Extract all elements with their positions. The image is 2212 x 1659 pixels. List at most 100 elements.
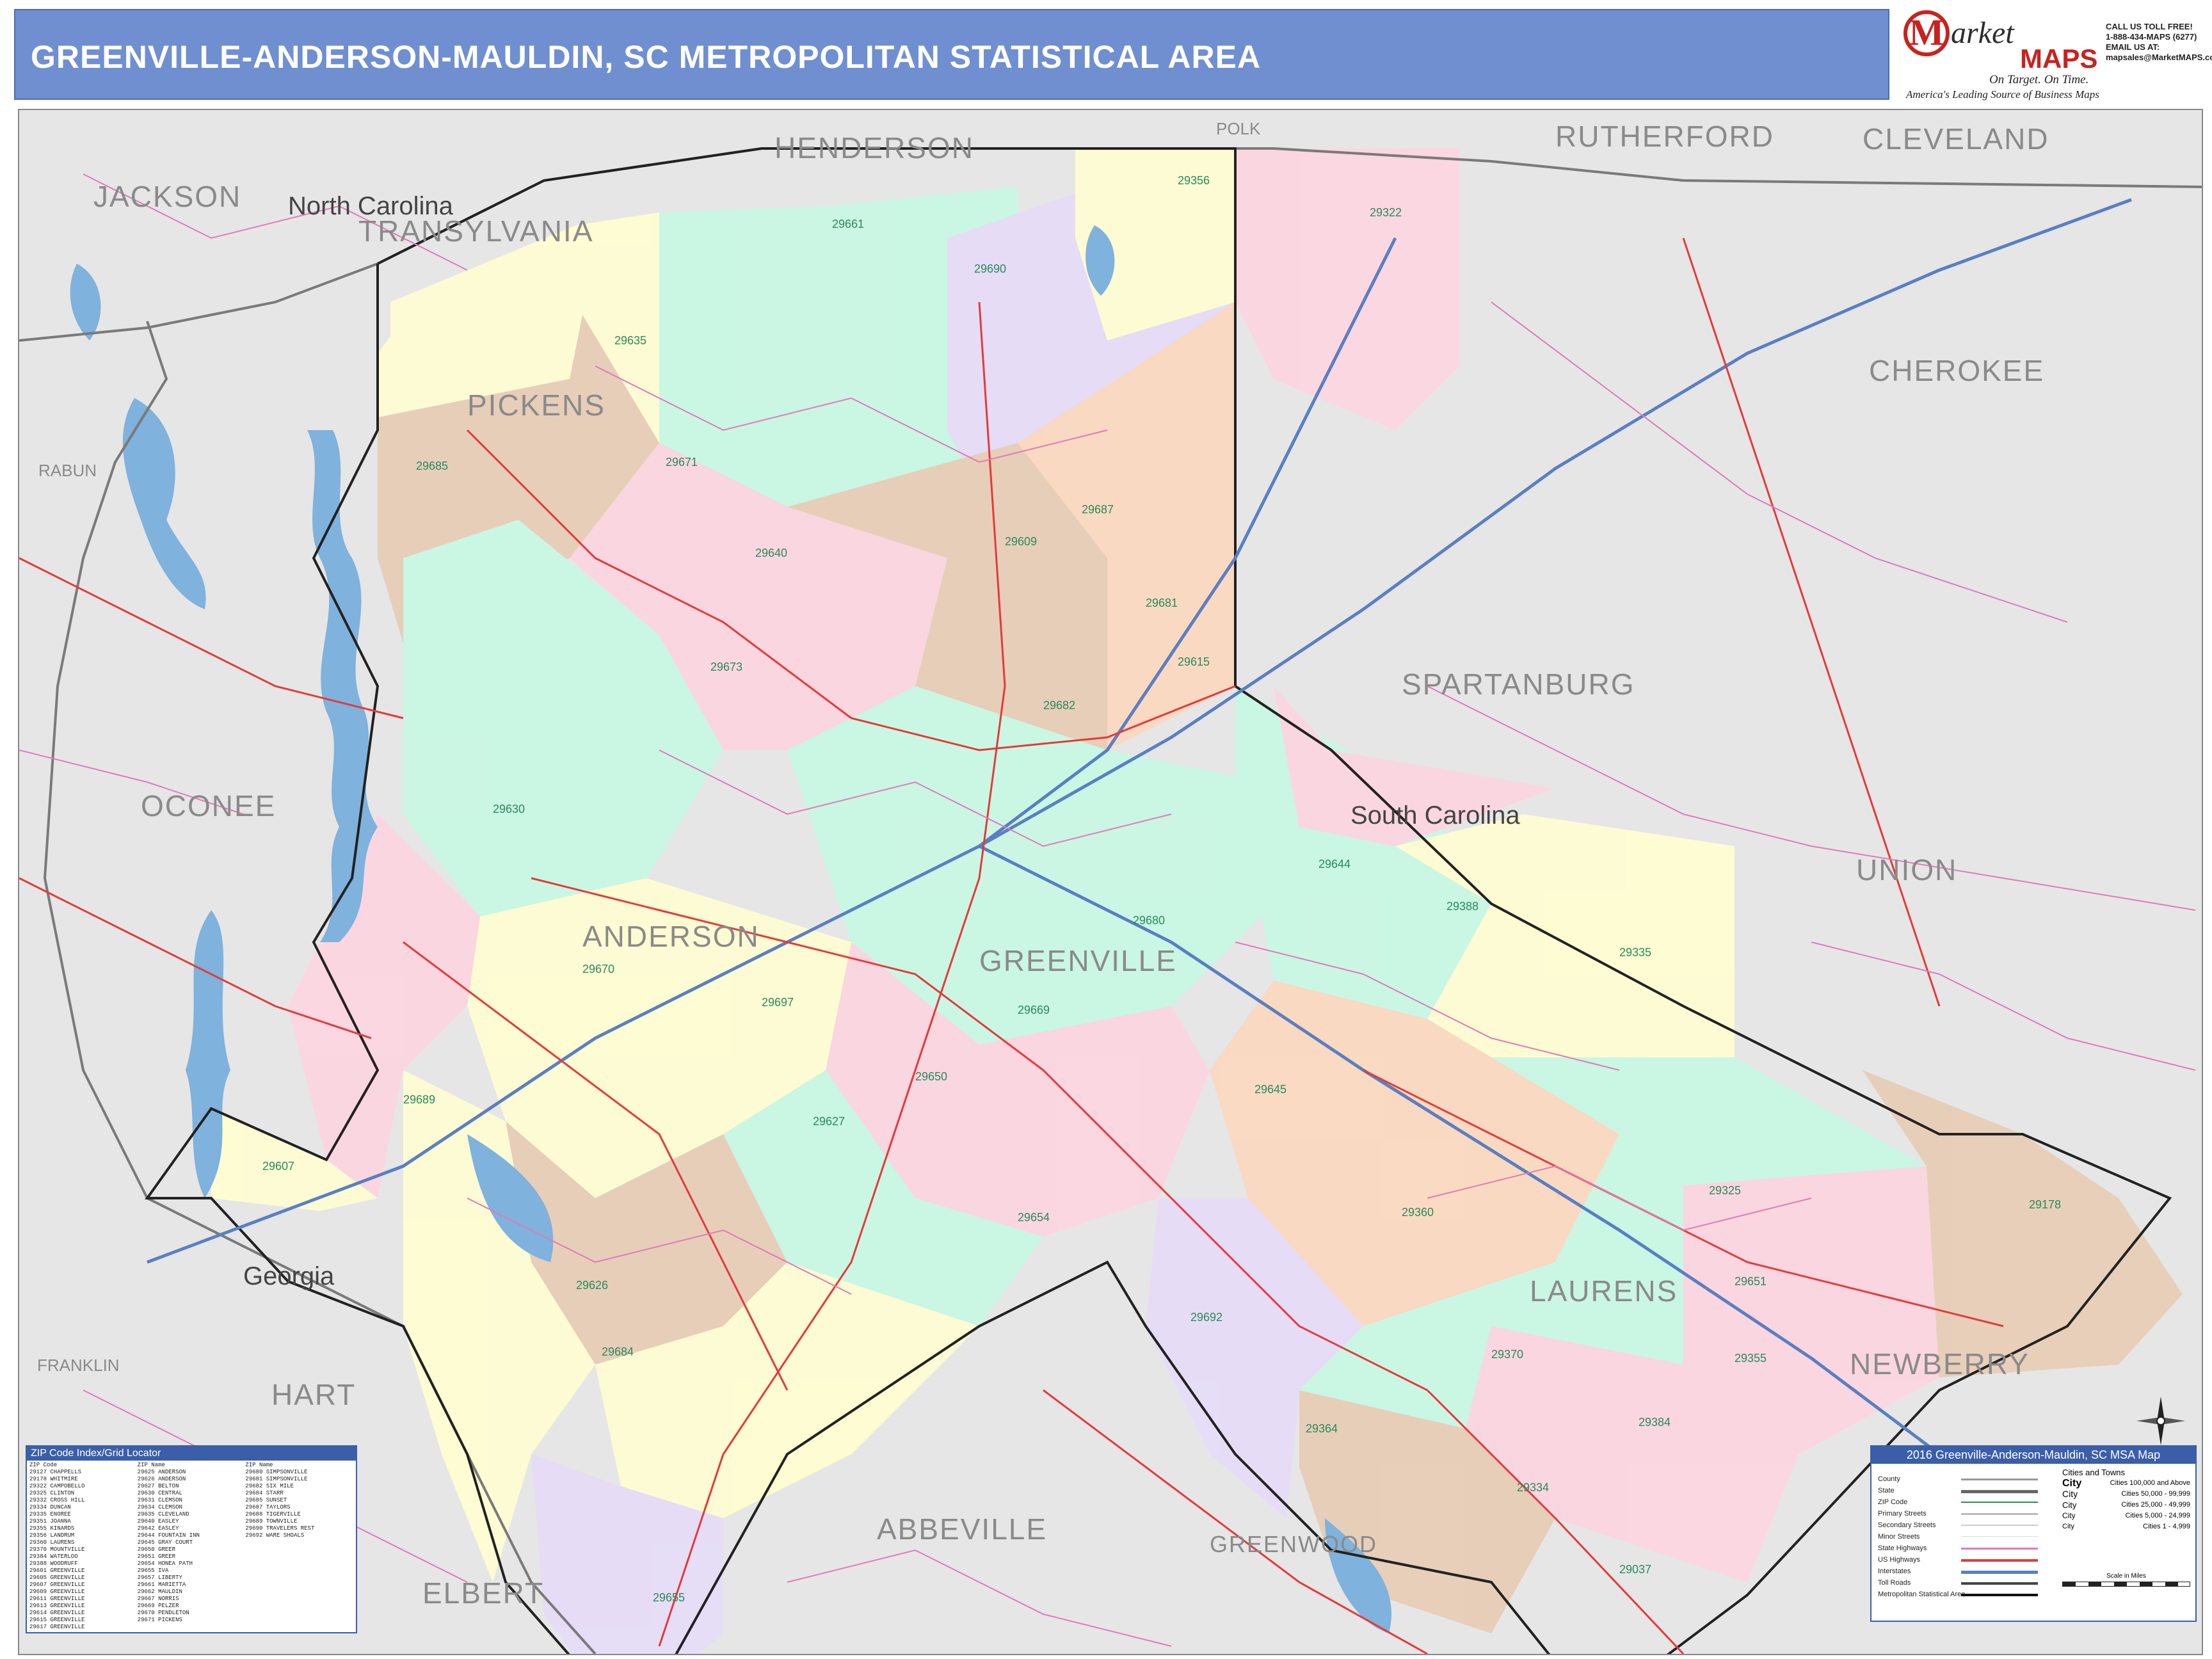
zip-label[interactable]: 29661 <box>832 218 864 231</box>
zip-label[interactable]: 29697 <box>762 996 794 1009</box>
legend-item-interstate: Interstates <box>1878 1567 1911 1575</box>
legend-scale-bar <box>2062 1582 2190 1587</box>
county-label-cleveland: CLEVELAND <box>1863 122 2049 156</box>
brand-slogan: On Target. On Time. <box>1989 73 2089 86</box>
zip-zone[interactable] <box>1235 148 1459 430</box>
zip-label[interactable]: 29335 <box>1619 946 1651 959</box>
legend-swatch-interstate <box>1961 1571 2038 1574</box>
county-label-jackson: JACKSON <box>93 180 242 213</box>
county-label-polk: POLK <box>1216 119 1261 138</box>
zip-label[interactable]: 29690 <box>974 262 1006 276</box>
legend-swatch-msa <box>1961 1594 2038 1596</box>
county-label-oconee: OCONEE <box>141 789 276 822</box>
zip-label[interactable]: 29322 <box>1370 206 1402 220</box>
zip-label[interactable]: 29384 <box>1639 1416 1671 1429</box>
brand-market-text: arket <box>1951 16 2014 50</box>
zip-label[interactable]: 29607 <box>262 1160 294 1173</box>
contact-info: CALL US TOLL FREE! 1-888-434-MAPS (6277)… <box>2106 22 2212 63</box>
county-label-pickens: PICKENS <box>467 389 605 422</box>
title-banner: GREENVILLE-ANDERSON-MAULDIN, SC METROPOL… <box>14 9 1889 100</box>
zip-label[interactable]: 29682 <box>1043 699 1075 712</box>
zip-label[interactable]: 29669 <box>1018 1004 1050 1017</box>
legend-swatch-state-hwy <box>1961 1548 2038 1550</box>
legend-item-state-hwy: State Highways <box>1878 1544 1927 1552</box>
legend-swatch-county <box>1961 1479 2038 1480</box>
zip-label[interactable]: 29635 <box>614 334 646 348</box>
zip-index-column-1: ZIP Code 29127 CHAPPELLS 29178 WHITMIRE 293… <box>29 1462 85 1630</box>
zip-label[interactable]: 29334 <box>1517 1481 1549 1495</box>
zip-label[interactable]: 29178 <box>2029 1198 2061 1212</box>
zip-label[interactable]: 29364 <box>1306 1422 1338 1436</box>
zip-label[interactable]: 29651 <box>1735 1275 1767 1288</box>
zip-label[interactable]: 29650 <box>915 1070 947 1084</box>
county-label-greenwood: GREENWOOD <box>1210 1531 1378 1557</box>
zip-label[interactable]: 29687 <box>1082 503 1114 517</box>
legend-item-state: State <box>1878 1487 1895 1495</box>
contact-line-1: CALL US TOLL FREE! <box>2106 22 2193 31</box>
state-highway <box>1491 301 2068 623</box>
legend-item-secondary: Secondary Streets <box>1878 1521 1936 1529</box>
county-label-cherokee: CHEROKEE <box>1869 354 2045 387</box>
zip-label[interactable]: 29630 <box>493 803 525 816</box>
zip-label[interactable]: 29360 <box>1402 1206 1434 1219</box>
zip-label[interactable]: 29689 <box>403 1093 435 1107</box>
legend-item-county: County <box>1878 1475 1900 1483</box>
legend-item-minor: Minor Streets <box>1878 1533 1920 1541</box>
brand-tagline: America's Leading Source of Business Map… <box>1906 88 2099 100</box>
legend-header: 2016 Greenville-Anderson-Mauldin, SC MSA… <box>1871 1447 2195 1464</box>
zip-label[interactable]: 29615 <box>1178 655 1210 669</box>
zip-label[interactable]: 29680 <box>1133 914 1165 927</box>
zip-label[interactable]: 29609 <box>1005 535 1037 549</box>
zip-label[interactable]: 29654 <box>1018 1211 1050 1224</box>
state-label-sc: South Carolina <box>1350 801 1520 830</box>
zip-label[interactable]: 29670 <box>582 963 614 976</box>
zip-label[interactable]: 29627 <box>813 1115 845 1128</box>
zip-label[interactable]: 29644 <box>1318 858 1350 871</box>
zip-label[interactable]: 29684 <box>602 1345 634 1359</box>
legend-swatch-primary <box>1961 1513 2038 1515</box>
zip-label[interactable]: 29325 <box>1709 1184 1741 1198</box>
logo-mark: M <box>1903 10 1950 56</box>
legend-item-zip: ZIP Code <box>1878 1498 1908 1506</box>
contact-phone[interactable]: 1-888-434-MAPS (6277) <box>2106 32 2202 42</box>
zip-label[interactable]: 29645 <box>1254 1083 1286 1096</box>
state-label-nc: North Carolina <box>288 192 453 220</box>
legend-item-msa: Metropolitan Statistical Area <box>1878 1591 1966 1598</box>
compass-icon <box>2136 1397 2185 1445</box>
county-label-greenville: GREENVILLE <box>979 944 1177 977</box>
zip-label[interactable]: 29681 <box>1146 597 1178 610</box>
contact-line-3: EMAIL US AT: <box>2106 42 2160 52</box>
zip-label[interactable]: 29388 <box>1447 900 1479 913</box>
zip-label[interactable]: 29626 <box>576 1279 608 1292</box>
legend-swatch-minor <box>1961 1536 2038 1537</box>
legend-swatch-toll <box>1961 1582 2038 1585</box>
zip-label[interactable]: 29370 <box>1491 1348 1523 1361</box>
lake <box>70 264 101 341</box>
zip-label[interactable]: 29037 <box>1619 1563 1651 1576</box>
zip-label[interactable]: 29356 <box>1178 174 1210 188</box>
zip-zone[interactable] <box>403 622 723 917</box>
legend-items: County State ZIP Code Primary Streets Se… <box>1878 1473 1965 1600</box>
county-label-laurens: LAURENS <box>1530 1274 1678 1308</box>
zip-label[interactable]: 29640 <box>755 547 787 560</box>
zip-label[interactable]: 29671 <box>666 456 698 469</box>
contact-email[interactable]: mapsales@MarketMAPS.com <box>2106 52 2212 63</box>
county-label-abbeville: ABBEVILLE <box>877 1512 1048 1546</box>
map-canvas[interactable]: HENDERSON RUTHERFORD CLEVELAND JACKSON T… <box>18 109 2203 1655</box>
zip-label[interactable]: 29673 <box>710 661 742 674</box>
zip-label[interactable]: 29685 <box>416 460 448 473</box>
county-label-newberry: NEWBERRY <box>1850 1347 2030 1381</box>
brand-maps-text: MAPS <box>2020 44 2098 74</box>
zip-label[interactable]: 29355 <box>1735 1352 1767 1365</box>
legend-swatch-zip <box>1961 1502 2038 1503</box>
zip-label[interactable]: 29692 <box>1190 1311 1222 1324</box>
zip-index-header: ZIP Code Index/Grid Locator <box>27 1447 356 1461</box>
zip-label[interactable]: 29655 <box>653 1591 685 1605</box>
legend-item-toll: Toll Roads <box>1878 1579 1911 1587</box>
state-highway <box>1811 942 2196 1071</box>
state-label-ga: Georgia <box>243 1262 335 1290</box>
legend-scale-label: Scale in Miles <box>2106 1573 2146 1580</box>
legend-cities-title: Cities and Towns <box>2062 1468 2126 1477</box>
map-legend: 2016 Greenville-Anderson-Mauldin, SC MSA… <box>1870 1445 2197 1622</box>
county-label-anderson: ANDERSON <box>582 920 760 953</box>
